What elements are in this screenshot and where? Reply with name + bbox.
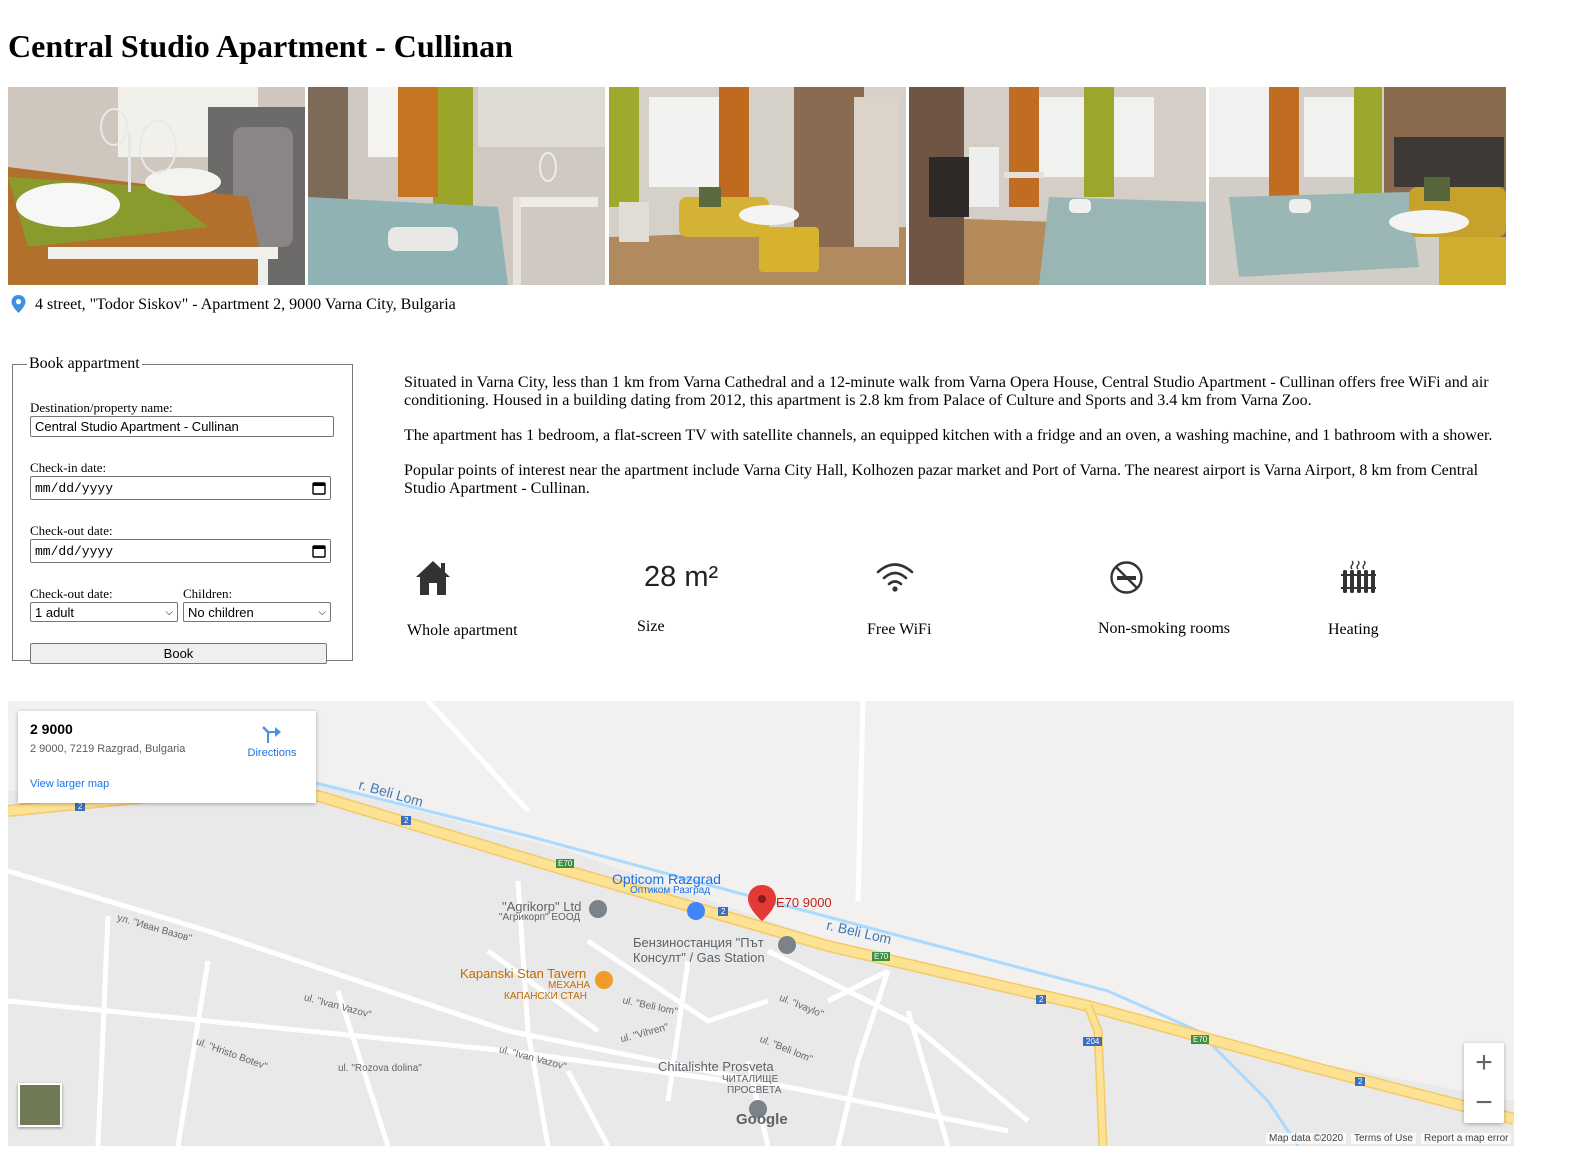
radiator-icon [1341, 560, 1376, 593]
terms-of-use-link[interactable]: Terms of Use [1351, 1133, 1416, 1144]
feature-label-size: Size [637, 618, 665, 635]
google-logo: Google [736, 1111, 788, 1128]
chevron-down-icon: ⌵ [318, 606, 326, 618]
zoom-controls: + − [1464, 1043, 1504, 1123]
map-pin-label: E70 9000 [776, 895, 832, 910]
road-shield: 2 [401, 816, 412, 825]
calendar-icon[interactable] [312, 544, 326, 558]
zoom-out-button[interactable]: − [1464, 1083, 1504, 1123]
location-pin-icon [11, 295, 26, 313]
booking-form: Book appartment Destination/property nam… [12, 355, 353, 664]
children-label: Children: [183, 586, 233, 601]
map-label-poi: Kapanski Stan Tavern [460, 966, 587, 981]
destination-input[interactable]: Central Studio Apartment - Cullinan [30, 416, 334, 437]
view-larger-map-link[interactable]: View larger map [30, 778, 109, 790]
directions-button[interactable]: Directions [244, 723, 300, 759]
property-description: Situated in Varna City, less than 1 km f… [404, 374, 1516, 515]
report-map-error-link[interactable]: Report a map error [1421, 1133, 1512, 1144]
checkout-placeholder: mm/dd/yyyy [35, 543, 114, 559]
address-line: 4 street, "Todor Siskov" - Apartment 2, … [10, 290, 456, 320]
children-select[interactable]: No children ⌵ [183, 602, 331, 622]
calendar-icon[interactable] [312, 481, 326, 495]
road-shield: 2 [1355, 1077, 1366, 1086]
book-button[interactable]: Book [30, 643, 327, 664]
map-label-poi: ПРОСВЕТА [727, 1085, 782, 1096]
satellite-toggle[interactable] [18, 1083, 62, 1127]
map-label-poi: МЕХАНА [548, 980, 591, 991]
gallery-photo-2[interactable] [308, 87, 605, 285]
map-label-poi: Оптиком Разград [630, 885, 711, 896]
map-label-street: ul. "Rozova dolina" [338, 1063, 422, 1074]
house-icon [416, 561, 450, 595]
map-label-poi: Бензиностанция "Път [633, 935, 764, 950]
destination-label: Destination/property name: [30, 400, 173, 415]
checkout-date-input[interactable]: mm/dd/yyyy [30, 539, 331, 563]
road-shield: E70 [1191, 1035, 1210, 1044]
directions-icon [262, 726, 281, 743]
map-card-address: 2 9000, 7219 Razgrad, Bulgaria [30, 743, 186, 755]
road-shield: 204 [1083, 1037, 1103, 1046]
map-label-poi: Chitalishte Prosveta [658, 1059, 774, 1074]
gallery-photo-3[interactable] [609, 87, 906, 285]
feature-label-heating: Heating [1328, 621, 1379, 638]
road-shield: E70 [556, 859, 575, 868]
size-value: 28 m² [644, 561, 719, 593]
map-label-poi: Консулт" / Gas Station [633, 950, 765, 965]
map-label-poi: КАПАНСКИ СТАН [504, 991, 588, 1002]
feature-label-non-smoking: Non-smoking rooms [1098, 620, 1230, 637]
description-paragraph: The apartment has 1 bedroom, a flat-scre… [404, 427, 1493, 444]
road-shield: 2 [1036, 995, 1047, 1004]
checkout-label: Check-out date: [30, 523, 113, 538]
booking-legend: Book appartment [29, 355, 140, 372]
adults-label: Check-out date: [30, 586, 113, 601]
road-shield: E70 [872, 952, 891, 961]
map-card-title: 2 9000 [30, 721, 73, 737]
map-label-poi: "Агрикорп" ЕООД [499, 912, 581, 923]
checkin-label: Check-in date: [30, 460, 107, 475]
gallery-photo-5[interactable] [1209, 87, 1506, 285]
directions-label: Directions [247, 747, 297, 759]
no-smoking-icon [1110, 561, 1143, 594]
road-shield: 2 [75, 802, 86, 811]
feature-label-wifi: Free WiFi [867, 621, 932, 638]
feature-label-whole-apartment: Whole apartment [407, 622, 518, 639]
children-value: No children [188, 604, 254, 620]
destination-value: Central Studio Apartment - Cullinan [35, 419, 239, 434]
gallery-photo-1[interactable] [8, 87, 305, 285]
wifi-icon [876, 563, 914, 592]
adults-select[interactable]: 1 adult ⌵ [30, 602, 178, 622]
map-label-poi: ЧИТАЛИЩЕ [722, 1074, 779, 1085]
map-data-attribution: Map data ©2020 [1266, 1133, 1347, 1144]
photo-gallery [8, 87, 1508, 285]
gallery-photo-4[interactable] [909, 87, 1206, 285]
adults-value: 1 adult [35, 604, 75, 620]
page-title: Central Studio Apartment - Cullinan [8, 28, 513, 64]
road-shield: 2 [718, 907, 729, 916]
description-paragraph: Popular points of interest near the apar… [404, 462, 1479, 497]
description-paragraph: Situated in Varna City, less than 1 km f… [404, 374, 1489, 409]
zoom-in-button[interactable]: + [1464, 1043, 1504, 1083]
embedded-map[interactable]: r. Beli Lom r. Beli Lom Opticom Razgrad … [8, 701, 1514, 1146]
map-info-card: 2 9000 2 9000, 7219 Razgrad, Bulgaria Vi… [18, 711, 316, 803]
address-text: 4 street, "Todor Siskov" - Apartment 2, … [35, 296, 456, 313]
checkin-placeholder: mm/dd/yyyy [35, 480, 114, 496]
checkin-date-input[interactable]: mm/dd/yyyy [30, 476, 331, 500]
chevron-down-icon: ⌵ [165, 606, 173, 618]
